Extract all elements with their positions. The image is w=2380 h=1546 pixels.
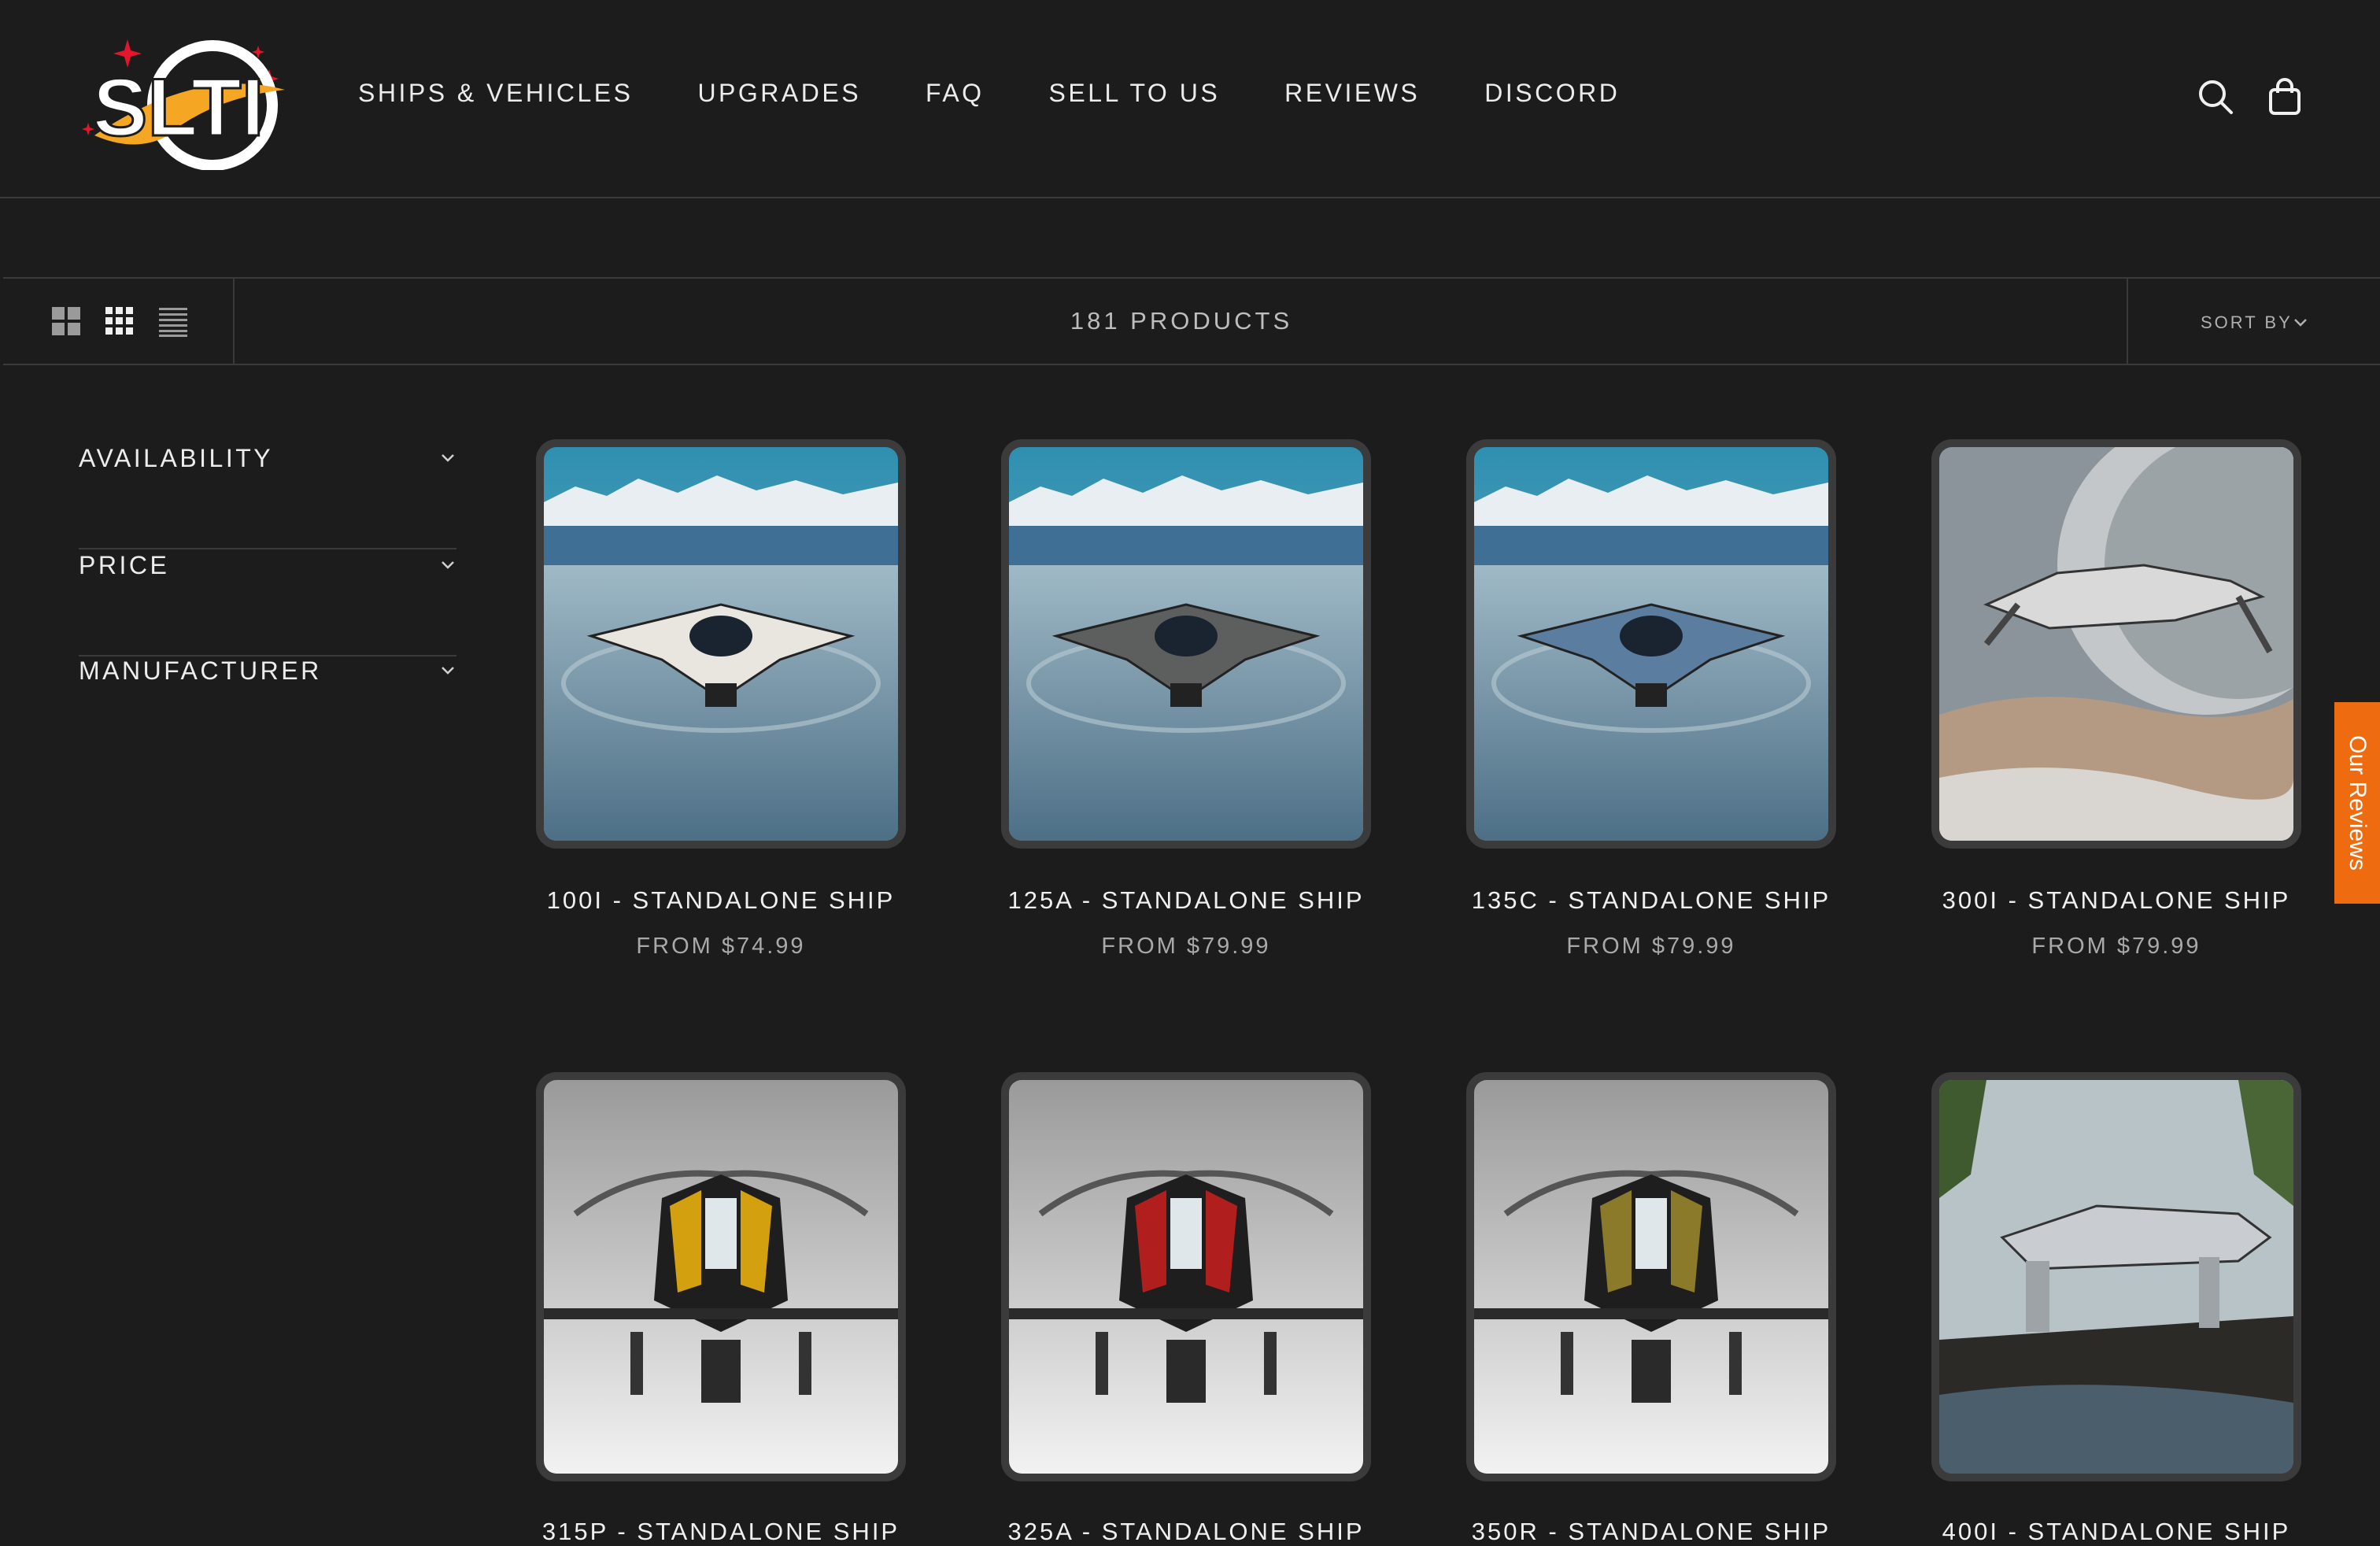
product-title[interactable]: 315P - STANDALONE SHIP xyxy=(504,1518,937,1546)
nav-reviews[interactable]: REVIEWS xyxy=(1284,79,1420,108)
chevron-down-icon xyxy=(442,561,454,569)
product-image[interactable] xyxy=(1466,1072,1836,1481)
filter-manufacturer[interactable]: MANUFACTURER xyxy=(79,656,456,762)
filter-label: MANUFACTURER xyxy=(79,656,322,685)
our-reviews-tab[interactable]: Our Reviews xyxy=(2334,702,2380,904)
ship-illustration xyxy=(1939,1080,2293,1474)
product-title[interactable]: 125A - STANDALONE SHIP xyxy=(970,886,1402,915)
grid-small-icon[interactable] xyxy=(104,305,135,337)
nav-sell-to-us[interactable]: SELL TO US xyxy=(1049,79,1221,108)
chevron-down-icon xyxy=(442,667,454,675)
list-icon[interactable] xyxy=(157,305,189,337)
main-nav: SHIPS & VEHICLES UPGRADES FAQ SELL TO US… xyxy=(358,79,1684,108)
product-title[interactable]: 135C - STANDALONE SHIP xyxy=(1435,886,1868,915)
svg-text:SLTI: SLTI xyxy=(93,62,264,153)
product-price: FROM $79.99 xyxy=(1566,934,1736,959)
shopping-bag-icon[interactable] xyxy=(2265,77,2304,117)
ship-illustration xyxy=(1939,447,2293,841)
ship-illustration xyxy=(1474,447,1828,841)
product-image[interactable] xyxy=(1466,439,1836,849)
nav-ships-vehicles[interactable]: SHIPS & VEHICLES xyxy=(358,79,633,108)
collection-toolbar: 181 PRODUCTS SORT BY xyxy=(3,277,2380,365)
product-title[interactable]: 300I - STANDALONE SHIP xyxy=(1900,886,2333,915)
product-count: 181 PRODUCTS xyxy=(1070,307,1293,335)
sort-by-label: SORT BY xyxy=(2201,313,2293,332)
ship-illustration xyxy=(1009,1080,1363,1474)
product-title[interactable]: 400I - STANDALONE SHIP xyxy=(1900,1518,2333,1546)
product-price: FROM $79.99 xyxy=(2031,934,2201,959)
product-title[interactable]: 100I - STANDALONE SHIP xyxy=(504,886,937,915)
product-image[interactable] xyxy=(1931,1072,2301,1481)
product-image[interactable] xyxy=(1001,1072,1371,1481)
chevron-down-icon xyxy=(2294,319,2307,327)
ship-illustration xyxy=(1009,447,1363,841)
ship-illustration xyxy=(1474,1080,1828,1474)
search-icon[interactable] xyxy=(2196,77,2235,117)
product-image[interactable] xyxy=(1931,439,2301,849)
product-price: FROM $79.99 xyxy=(1101,934,1271,959)
filter-label: PRICE xyxy=(79,551,170,579)
nav-discord[interactable]: DISCORD xyxy=(1484,79,1620,108)
filter-label: AVAILABILITY xyxy=(79,444,274,472)
product-price: FROM $74.99 xyxy=(636,934,806,959)
product-image[interactable] xyxy=(536,439,906,849)
filter-price[interactable]: PRICE xyxy=(79,551,456,656)
slti-logo[interactable]: SLTI xyxy=(79,35,291,171)
filter-availability[interactable]: AVAILABILITY xyxy=(79,444,456,549)
sort-by-dropdown[interactable]: SORT BY xyxy=(2127,279,2380,364)
site-header: SLTI SHIPS & VEHICLES UPGRADES FAQ SELL … xyxy=(0,0,2380,198)
nav-upgrades[interactable]: UPGRADES xyxy=(697,79,861,108)
our-reviews-label: Our Reviews xyxy=(2345,735,2371,871)
product-image[interactable] xyxy=(536,1072,906,1481)
nav-faq[interactable]: FAQ xyxy=(926,79,985,108)
grid-large-icon[interactable] xyxy=(50,305,82,337)
product-title[interactable]: 350R - STANDALONE SHIP xyxy=(1435,1518,1868,1546)
ship-illustration xyxy=(544,447,898,841)
product-image[interactable] xyxy=(1001,439,1371,849)
view-mode-switcher xyxy=(3,279,235,364)
product-title[interactable]: 325A - STANDALONE SHIP xyxy=(970,1518,1402,1546)
chevron-down-icon xyxy=(442,454,454,462)
ship-illustration xyxy=(544,1080,898,1474)
